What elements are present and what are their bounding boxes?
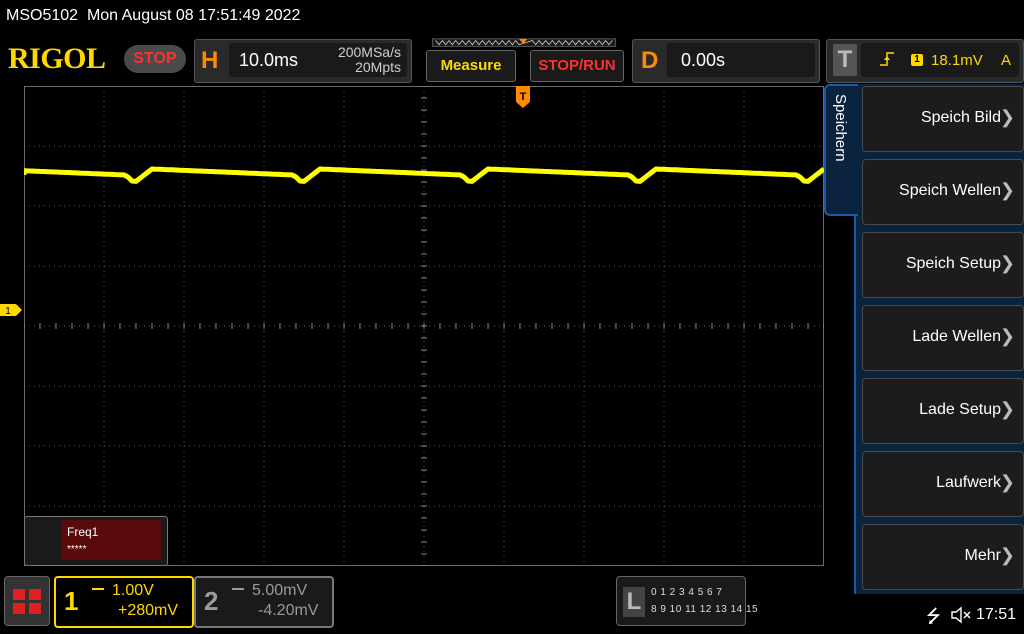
- delay-letter: D: [641, 47, 659, 74]
- menu-item-label: Speich Wellen: [899, 182, 1001, 199]
- menu-item-label: Lade Setup: [919, 401, 1001, 418]
- horizontal-readout: 10.0ms 200MSa/s 20Mpts: [229, 43, 407, 77]
- dc-coupling-icon: [232, 588, 244, 590]
- measurement-name: Freq1: [67, 525, 99, 539]
- measure-button[interactable]: Measure: [426, 50, 516, 82]
- top-status-bar: RIGOL STOP H 10.0ms 200MSa/s 20Mpts Meas…: [0, 34, 1024, 84]
- channel-2-number: 2: [204, 586, 219, 616]
- horizontal-letter: H: [201, 47, 219, 74]
- menu-item-mehr[interactable]: Mehr ❯: [862, 524, 1024, 590]
- menu-item-label: Speich Bild: [920, 109, 1001, 126]
- channel-1-scale: 1.00V: [112, 582, 154, 599]
- clock: 17:51: [976, 606, 1017, 623]
- timebase-value: 10.0ms: [239, 50, 299, 70]
- channel-1-marker-label: 1: [5, 306, 11, 316]
- channel-2-scale: 5.00mV: [252, 582, 308, 599]
- dc-coupling-icon: [92, 588, 104, 590]
- menu-item-laufwerk[interactable]: Laufwerk ❯: [862, 451, 1024, 517]
- measurement-value: *****: [67, 544, 87, 555]
- model-name: MSO5102: [6, 7, 79, 24]
- measurement-readout: Freq1 *****: [61, 520, 161, 560]
- menu-item-label: Laufwerk: [936, 474, 1001, 491]
- chevron-right-icon: ❯: [999, 253, 1015, 273]
- chevron-right-icon: ❯: [999, 399, 1015, 419]
- sample-rate: 200MSa/s: [337, 44, 401, 60]
- rising-edge-icon: [880, 52, 894, 66]
- title-bar: MSO5102 Mon August 08 17:51:49 2022: [0, 0, 1024, 32]
- menu-item-label: Lade Wellen: [912, 328, 1001, 345]
- chevron-right-icon: ❯: [999, 472, 1015, 492]
- menu-item-lade-wellen[interactable]: Lade Wellen ❯: [862, 305, 1024, 371]
- channel-1-offset: +280mV: [118, 602, 179, 619]
- logic-channels-row-2: 8 9 10 11 12 13 14 15: [651, 604, 759, 615]
- trigger-panel[interactable]: T 1 18.1mV A: [826, 39, 1024, 83]
- menu-item-label: Mehr: [964, 547, 1001, 564]
- trigger-source-badge: 1: [911, 54, 923, 66]
- menu-item-lade-setup[interactable]: Lade Setup ❯: [862, 378, 1024, 444]
- channel-2-offset: -4.20mV: [258, 602, 319, 619]
- menu-tab-label: Speichern: [832, 94, 849, 162]
- trigger-level: 18.1mV: [931, 52, 983, 69]
- logic-channels-row-1: 0 1 2 3 4 5 6 7: [651, 587, 723, 598]
- horizontal-panel[interactable]: H 10.0ms 200MSa/s 20Mpts: [194, 39, 412, 83]
- logic-analyzer-panel[interactable]: L 0 1 2 3 4 5 6 7 8 9 10 11 12 13 14 15: [616, 576, 758, 626]
- menu-item-speich-wellen[interactable]: Speich Wellen ❯: [862, 159, 1024, 225]
- menu-tab-speichern[interactable]: Speichern: [824, 84, 858, 216]
- trigger-position-strip: [431, 38, 617, 47]
- channel-1-offset-marker[interactable]: 1: [0, 304, 22, 316]
- memory-depth: 20Mpts: [355, 59, 401, 75]
- stop-run-button[interactable]: STOP/RUN: [530, 50, 624, 82]
- delay-readout: 0.00s: [667, 43, 815, 77]
- speaker-muted-icon[interactable]: [950, 606, 972, 624]
- sample-rate-block: 200MSa/s 20Mpts: [317, 45, 401, 75]
- menu-item-label: Speich Setup: [905, 255, 1001, 272]
- menu-item-speich-setup[interactable]: Speich Setup ❯: [862, 232, 1024, 298]
- trigger-mode: A: [1001, 52, 1012, 69]
- chevron-right-icon: ❯: [999, 107, 1015, 127]
- delay-panel[interactable]: D 0.00s: [632, 39, 820, 83]
- delay-value: 0.00s: [681, 50, 726, 70]
- run-state-indicator[interactable]: STOP: [124, 45, 186, 73]
- date-time: Mon August 08 17:51:49 2022: [86, 7, 301, 24]
- title-text: MSO5102 Mon August 08 17:51:49 2022: [6, 7, 300, 25]
- chevron-right-icon: ❯: [999, 545, 1015, 565]
- home-button[interactable]: [4, 576, 50, 626]
- channel-1-panel[interactable]: 1 1.00V +280mV: [54, 576, 194, 628]
- rigol-logo: RIGOL: [8, 42, 106, 75]
- menu-item-speich-bild[interactable]: Speich Bild ❯: [862, 86, 1024, 152]
- channel-2-panel[interactable]: 2 5.00mV -4.20mV: [194, 576, 334, 628]
- logic-analyzer-letter: L: [623, 587, 645, 617]
- channel-1-number: 1: [64, 586, 79, 616]
- svg-text:T: T: [520, 91, 527, 103]
- measurement-panel[interactable]: Freq1 *****: [24, 516, 168, 566]
- trigger-letter: T: [833, 44, 857, 76]
- trigger-marker-icon[interactable]: T: [514, 86, 532, 110]
- trigger-readout: 1 18.1mV A: [861, 43, 1019, 77]
- waveform-display[interactable]: [24, 86, 824, 566]
- chevron-right-icon: ❯: [999, 180, 1015, 200]
- chevron-right-icon: ❯: [999, 326, 1015, 346]
- grid-menu-icon: [13, 589, 41, 614]
